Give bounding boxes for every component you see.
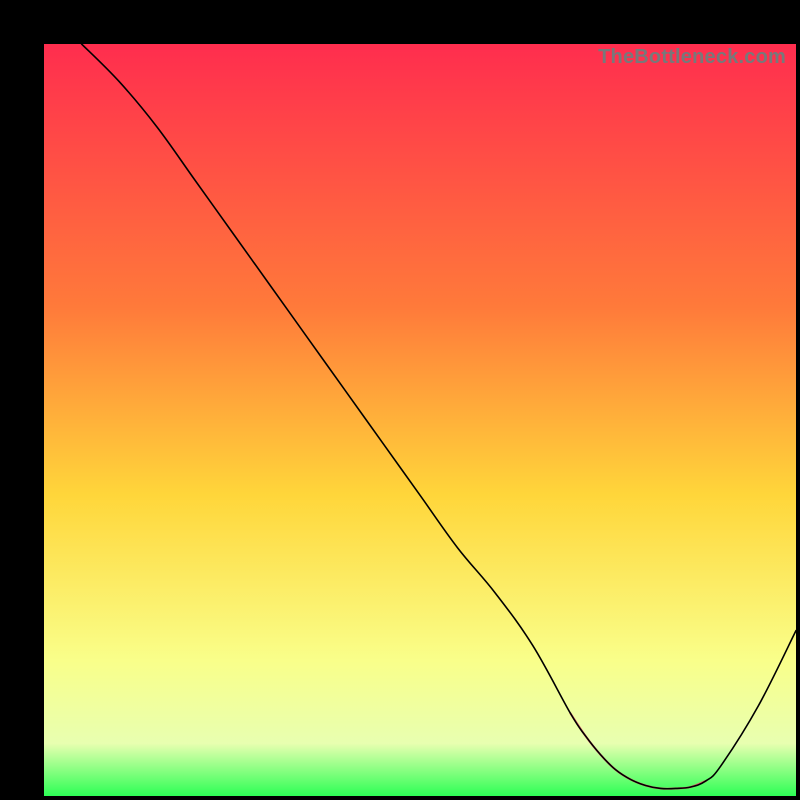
gradient-background <box>44 44 796 796</box>
plot-area: TheBottleneck.com <box>44 44 796 796</box>
bottleneck-plot <box>44 44 796 796</box>
chart-frame: TheBottleneck.com <box>20 20 780 780</box>
watermark-text: TheBottleneck.com <box>598 46 786 69</box>
